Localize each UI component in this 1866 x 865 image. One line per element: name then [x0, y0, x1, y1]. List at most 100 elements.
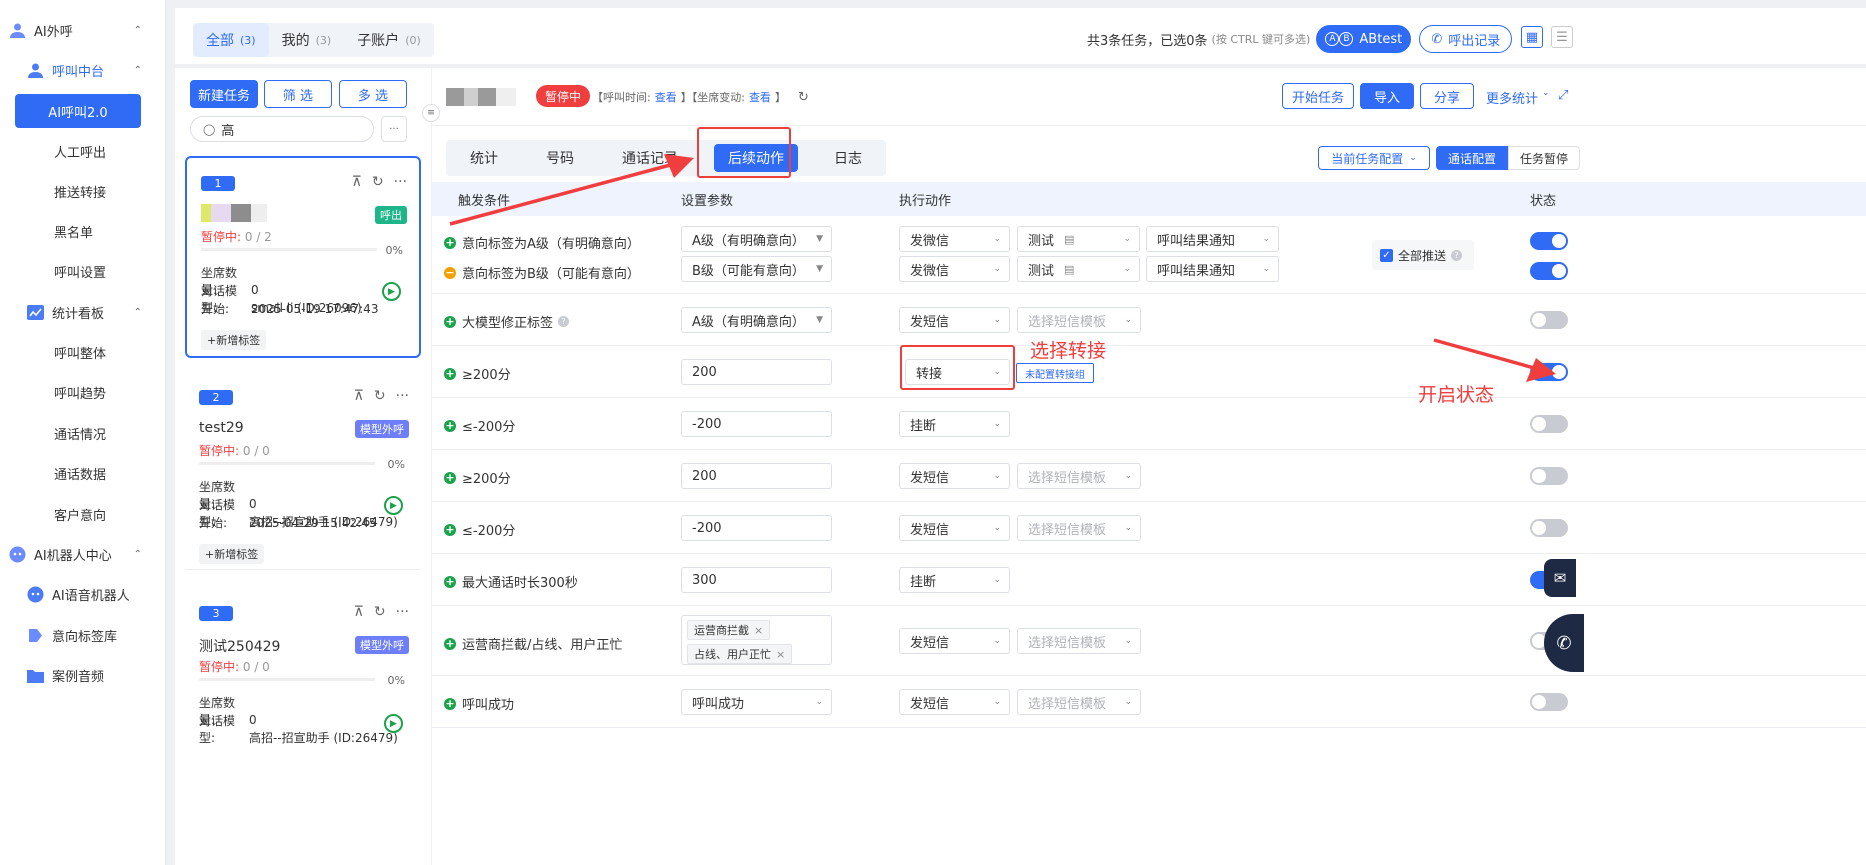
sms-template-select[interactable]: 选择短信模板 ⌄: [1017, 463, 1141, 489]
refresh-icon[interactable]: ↻: [798, 90, 809, 105]
sidebar-item-call-overall[interactable]: 呼叫整体: [0, 334, 166, 370]
plus-circle-icon[interactable]: +: [444, 471, 456, 484]
close-icon[interactable]: ×: [776, 648, 785, 661]
pin-icon[interactable]: ⊼: [354, 388, 364, 404]
add-tag-button[interactable]: +新增标签: [201, 330, 267, 350]
param-select[interactable]: 呼叫成功 ⌄: [681, 689, 832, 715]
refresh-icon[interactable]: ↻: [372, 174, 384, 190]
task-card[interactable]: 1 ⊼ ↻ ··· 呼出 暂停中: 0 / 2 0% 坐席数量: 0 对话模型: sma…: [185, 156, 421, 358]
collapse-panel-icon[interactable]: ≡: [422, 104, 440, 122]
more-icon[interactable]: ···: [396, 388, 409, 404]
sms-template-select[interactable]: 选择短信模板 ⌄: [1017, 515, 1141, 541]
sidebar-item-call-data[interactable]: 通话数据: [0, 455, 166, 491]
sidebar-group-call-center[interactable]: 呼叫中台 ⌃: [0, 52, 166, 88]
search-input[interactable]: ◯ 高: [190, 116, 374, 142]
action-select[interactable]: 发微信 ⌄: [899, 256, 1010, 282]
pause-config-button[interactable]: 任务暂停: [1508, 146, 1580, 170]
tab-subaccounts[interactable]: 子账户 (0): [344, 23, 434, 57]
task-card[interactable]: 2 ⊼ ↻ ··· test29 模型外呼 暂停中: 0 / 0 0% 坐席数量: 0…: [185, 372, 421, 570]
sidebar-group-robot-center[interactable]: AI机器人中心 ⌃: [0, 536, 166, 572]
tab-logs[interactable]: 日志: [810, 140, 886, 176]
sidebar-item-case-audio[interactable]: 案例音频: [0, 657, 166, 693]
status-toggle[interactable]: [1530, 232, 1568, 250]
expand-icon[interactable]: ⤢: [1558, 88, 1568, 103]
refresh-icon[interactable]: ↻: [374, 388, 386, 404]
start-task-button[interactable]: 开始任务: [1282, 83, 1354, 109]
view-call-time-link[interactable]: 查看: [655, 89, 677, 105]
chat-widget-icon[interactable]: ✉: [1544, 559, 1576, 597]
help-icon[interactable]: ?: [1451, 249, 1463, 261]
sidebar-group-ai-outbound[interactable]: AI外呼 ⌃: [0, 12, 166, 48]
sidebar-item-voice-robot[interactable]: AI语音机器人: [0, 576, 166, 612]
plus-circle-icon[interactable]: +: [444, 697, 456, 710]
play-icon[interactable]: ▶: [384, 714, 403, 733]
sms-template-select[interactable]: 选择短信模板 ⌄: [1017, 689, 1141, 715]
sidebar-item-blacklist[interactable]: 黑名单: [0, 213, 166, 249]
sidebar-item-call-settings[interactable]: 呼叫设置: [0, 253, 166, 289]
action-select[interactable]: 发短信 ⌄: [899, 463, 1010, 489]
sidebar-group-stats[interactable]: 统计看板 ⌃: [0, 294, 166, 330]
more-icon[interactable]: ···: [396, 604, 409, 620]
multi-select-button[interactable]: 多 选: [339, 80, 407, 108]
play-icon[interactable]: ▶: [382, 282, 401, 301]
plus-circle-icon[interactable]: +: [444, 367, 456, 380]
action-select[interactable]: 发短信 ⌄: [899, 515, 1010, 541]
status-toggle[interactable]: [1530, 415, 1568, 433]
minus-circle-icon[interactable]: −: [444, 266, 456, 279]
param-select[interactable]: A级（有明确意向） ▼: [681, 307, 832, 333]
refresh-icon[interactable]: ↻: [374, 604, 386, 620]
call-config-button[interactable]: 通话配置: [1436, 146, 1508, 170]
sidebar-item-ai-call[interactable]: AI呼叫2.0: [15, 94, 141, 128]
more-button[interactable]: ···: [381, 116, 407, 142]
new-task-button[interactable]: 新建任务: [190, 80, 258, 108]
param-select[interactable]: B级（可能有意向） ▼: [681, 256, 832, 282]
plus-circle-icon[interactable]: +: [444, 419, 456, 432]
list-view-icon[interactable]: ☰: [1551, 26, 1573, 48]
task-card[interactable]: 3 ⊼ ↻ ··· 测试250429 模型外呼 暂停中: 0 / 0 0% 坐席数量…: [185, 588, 421, 865]
sidebar-item-call-status[interactable]: 通话情况: [0, 415, 166, 451]
action-select[interactable]: 挂断 ⌄: [899, 567, 1010, 593]
action-select[interactable]: 发短信 ⌄: [899, 689, 1010, 715]
grid-view-icon[interactable]: ▦: [1521, 26, 1543, 48]
param-input[interactable]: 300: [681, 567, 832, 593]
action-select[interactable]: 发短信 ⌄: [899, 628, 1010, 654]
sidebar-item-customer-intent[interactable]: 客户意向: [0, 496, 166, 532]
filter-button[interactable]: 筛 选: [264, 80, 332, 108]
action-select[interactable]: 挂断 ⌄: [899, 411, 1010, 437]
import-button[interactable]: 导入: [1360, 83, 1414, 109]
status-toggle[interactable]: [1530, 467, 1568, 485]
sms-template-select[interactable]: 选择短信模板 ⌄: [1017, 307, 1141, 333]
param-input[interactable]: 200: [681, 359, 832, 385]
plus-circle-icon[interactable]: +: [444, 236, 456, 249]
pin-icon[interactable]: ⊼: [352, 174, 362, 190]
sidebar-item-intent-lib[interactable]: 意向标签库: [0, 617, 166, 653]
more-stats-dropdown[interactable]: 更多统计 ⌄: [1486, 88, 1550, 107]
status-toggle[interactable]: [1530, 519, 1568, 537]
sidebar-item-call-trend[interactable]: 呼叫趋势: [0, 374, 166, 410]
param-input[interactable]: 200: [681, 463, 832, 489]
tab-mine[interactable]: 我的 (3): [269, 23, 345, 57]
push-all-checkbox[interactable]: ✓ 全部推送 ?: [1372, 240, 1474, 270]
wechat-template-select[interactable]: 测试 ▤ ⌄: [1017, 226, 1140, 252]
wechat-template-select[interactable]: 测试 ▤ ⌄: [1017, 256, 1140, 282]
more-icon[interactable]: ···: [394, 174, 407, 190]
status-toggle[interactable]: [1530, 262, 1568, 280]
close-icon[interactable]: ×: [754, 624, 763, 637]
current-config-dropdown[interactable]: 当前任务配置 ⌄: [1318, 146, 1430, 170]
play-icon[interactable]: ▶: [384, 496, 403, 515]
call-records-button[interactable]: ✆ 呼出记录: [1419, 25, 1513, 53]
status-toggle[interactable]: [1530, 311, 1568, 329]
param-input[interactable]: -200: [681, 515, 832, 541]
sidebar-item-push-transfer[interactable]: 推送转接: [0, 173, 166, 209]
transfer-group-button[interactable]: 未配置转接组: [1016, 363, 1094, 383]
plus-circle-icon[interactable]: +: [444, 315, 456, 328]
tab-all[interactable]: 全部 (3): [193, 23, 269, 57]
notify-select[interactable]: 呼叫结果通知 ⌄: [1146, 256, 1279, 282]
sidebar-item-manual-call[interactable]: 人工呼出: [0, 133, 166, 169]
plus-circle-icon[interactable]: +: [444, 523, 456, 536]
pin-icon[interactable]: ⊼: [354, 604, 364, 620]
sms-template-select[interactable]: 选择短信模板 ⌄: [1017, 628, 1141, 654]
plus-circle-icon[interactable]: +: [444, 637, 456, 650]
param-input[interactable]: -200: [681, 411, 832, 437]
param-multiselect[interactable]: 运营商拦截 × 占线、用户正忙 ×: [681, 615, 832, 665]
